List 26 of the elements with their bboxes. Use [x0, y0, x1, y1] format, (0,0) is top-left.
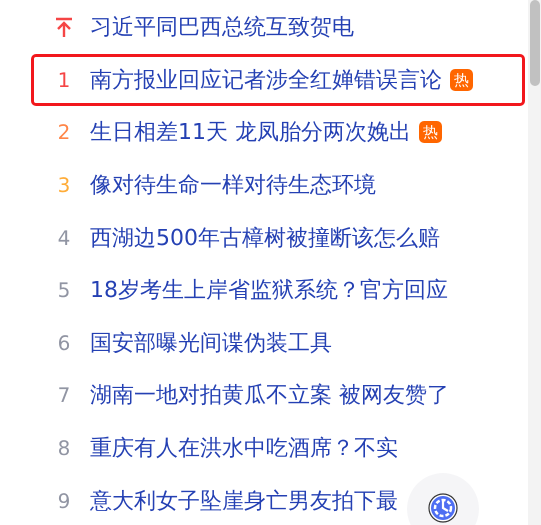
float-button[interactable] [407, 473, 479, 525]
rank-number: 8 [56, 438, 72, 458]
hot-badge: 热 [419, 121, 442, 144]
clock-icon [428, 493, 458, 523]
headline-link[interactable]: 西湖边500年古樟树被撞断该怎么赔 [90, 222, 440, 253]
rank-number: 7 [56, 385, 72, 406]
headline-link[interactable]: 习近平同巴西总统互致贺电 [90, 12, 354, 42]
headline-link[interactable]: 重庆有人在洪水中吃酒席？不实 [90, 433, 398, 464]
rank-number: 3 [56, 175, 72, 196]
headline-link[interactable]: 南方报业回应记者涉全红婵错误言论 [90, 64, 442, 95]
pin-top-icon [54, 16, 74, 38]
rank-number: 5 [56, 280, 72, 300]
headline-link[interactable]: 像对待生命一样对待生态环境 [90, 170, 376, 200]
rank-number: 2 [56, 122, 72, 142]
rank-number: 4 [56, 228, 72, 248]
hot-badge: 热 [450, 68, 473, 91]
headline-link[interactable]: 意大利女子坠崖身亡男友拍下最 [90, 486, 398, 516]
rank-number: 6 [56, 332, 72, 353]
rank-number: 9 [56, 490, 72, 511]
headline-link[interactable]: 国安部曝光间谍伪装工具 [90, 328, 332, 358]
headline-link[interactable]: 湖南一地对拍黄瓜不立案 被网友赞了 [90, 380, 449, 410]
scrollbar[interactable] [528, 0, 541, 525]
rank-number: 1 [56, 70, 72, 90]
headline-link[interactable]: 生日相差11天 龙凤胎分两次娩出 [90, 117, 411, 148]
headline-link[interactable]: 18岁考生上岸省监狱系统？官方回应 [90, 275, 448, 306]
scrollbar-thumb[interactable] [530, 0, 540, 86]
